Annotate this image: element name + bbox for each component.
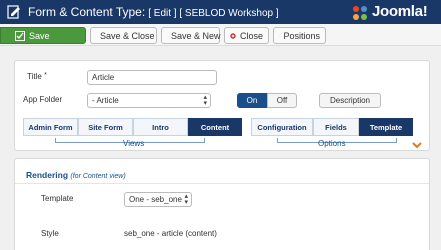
page-title-text: Form & Content Type:	[28, 5, 146, 19]
template-value: One - seb_one	[129, 195, 182, 204]
positions-button[interactable]: Positions	[273, 27, 326, 44]
title-input-value: Article	[92, 73, 115, 82]
style-label: Style	[41, 229, 59, 238]
save-close-button[interactable]: Save & Close	[90, 27, 157, 44]
required-marker: *	[44, 72, 47, 79]
select-arrows-icon: ▴ ▾	[184, 193, 188, 206]
app-folder-value: - Article	[92, 96, 119, 105]
template-select[interactable]: One - seb_one ▴ ▾	[124, 192, 192, 207]
title-bar: Form & Content Type: [ Edit ] [ SEBLOD W…	[0, 0, 441, 24]
rendering-heading: Rendering (for Content view)	[26, 170, 126, 180]
tab-configuration[interactable]: Configuration	[251, 118, 313, 136]
tab-content[interactable]: Content	[188, 118, 242, 136]
section-divider	[15, 183, 429, 184]
title-label-text: Title	[27, 72, 42, 81]
description-button[interactable]: Description	[319, 93, 381, 108]
options-caption: Options	[318, 139, 346, 148]
title-label: Title *	[27, 72, 47, 81]
edit-document-icon	[7, 5, 20, 19]
close-icon	[230, 32, 236, 39]
joomla-logo-icon	[353, 6, 367, 20]
brand-name: Joomla!	[372, 3, 428, 20]
save-new-button[interactable]: Save & New	[161, 27, 221, 44]
save-button[interactable]: Save	[0, 27, 86, 44]
page-subtitle: [ Edit ] [ SEBLOD Workshop ]	[148, 8, 279, 19]
tab-template[interactable]: Template	[359, 118, 413, 136]
save-new-label: Save & New	[171, 30, 221, 41]
toolbar: Save Save & Close Save & New Close Posit…	[0, 24, 441, 46]
type-settings-panel: Title * Article App Folder - Article ▴ ▾ …	[14, 60, 430, 151]
toggle-on-button[interactable]: On	[237, 93, 267, 108]
page-title: Form & Content Type: [ Edit ] [ SEBLOD W…	[28, 5, 279, 19]
brand-logo: Joomla!	[350, 1, 440, 23]
rendering-panel: Rendering (for Content view) Template On…	[14, 158, 430, 250]
rendering-title: Rendering	[26, 170, 69, 180]
style-value: seb_one - article (content)	[124, 229, 217, 238]
views-caption: Views	[123, 139, 145, 148]
app-folder-select[interactable]: - Article ▴ ▾	[87, 93, 211, 108]
template-label: Template	[41, 194, 74, 203]
positions-label: Positions	[283, 30, 320, 41]
tab-site-form[interactable]: Site Form	[78, 118, 133, 136]
app-folder-label: App Folder	[23, 95, 63, 104]
save-label: Save	[29, 30, 50, 41]
rendering-hint: (for Content view)	[70, 173, 126, 180]
tab-admin-form[interactable]: Admin Form	[23, 118, 78, 136]
toggle-off-button[interactable]: Off	[267, 93, 297, 108]
select-arrows-icon: ▴ ▾	[203, 94, 207, 107]
tab-intro[interactable]: Intro	[133, 118, 188, 136]
tab-fields[interactable]: Fields	[313, 118, 359, 136]
close-label: Close	[239, 30, 263, 41]
save-close-label: Save & Close	[100, 30, 155, 41]
close-button[interactable]: Close	[224, 27, 269, 44]
checkbox-icon	[15, 30, 25, 41]
chevron-down-icon[interactable]	[412, 142, 422, 150]
title-input[interactable]: Article	[87, 70, 217, 85]
